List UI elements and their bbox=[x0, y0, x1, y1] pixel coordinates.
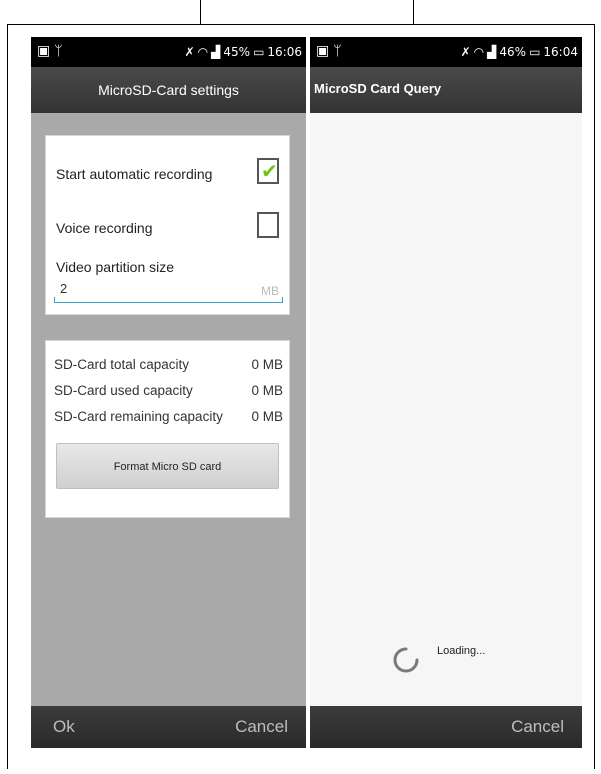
partition-size-input[interactable]: 2 bbox=[60, 281, 67, 296]
notification-icons: ▣ᛘ bbox=[316, 43, 346, 59]
auto-recording-checkbox[interactable]: ✔ bbox=[257, 158, 279, 184]
image-icon: ▣ bbox=[37, 43, 55, 59]
clock: 16:06 bbox=[267, 45, 302, 59]
voice-recording-row[interactable]: Voice recording bbox=[56, 220, 279, 236]
auto-recording-label: Start automatic recording bbox=[56, 166, 213, 182]
frame-left-line bbox=[7, 24, 8, 769]
usb-icon: ᛘ bbox=[333, 43, 346, 59]
page-title: MicroSD Card Query bbox=[314, 81, 442, 96]
capacity-row: SD-Card used capacity 0 MB bbox=[54, 383, 283, 398]
mute-icon: ✗ bbox=[460, 45, 471, 59]
clock: 16:04 bbox=[543, 45, 578, 59]
page-title: MicroSD-Card settings bbox=[98, 82, 239, 98]
battery-percent: 45% bbox=[223, 45, 251, 59]
notification-icons: ▣ᛘ bbox=[37, 43, 67, 59]
title-bar: MicroSD-Card settings bbox=[31, 67, 306, 113]
battery-icon: ▭ bbox=[253, 45, 265, 59]
status-bar: ▣ᛘ ✗ ◠ ▟ 45% ▭ 16:06 bbox=[31, 37, 306, 67]
loading-text: Loading... bbox=[437, 645, 486, 657]
checkmark-icon: ✔ bbox=[261, 159, 278, 183]
action-bar: Ok Cancel bbox=[31, 706, 306, 748]
capacity-card: SD-Card total capacity 0 MB SD-Card used… bbox=[45, 340, 290, 518]
frame-top-line bbox=[7, 24, 595, 25]
status-indicators: ✗ ◠ ▟ 45% ▭ 16:06 bbox=[185, 45, 302, 59]
wifi-icon: ◠ bbox=[197, 45, 209, 59]
mute-icon: ✗ bbox=[184, 45, 195, 59]
partition-size-label: Video partition size bbox=[56, 259, 175, 275]
partition-unit: MB bbox=[261, 284, 279, 298]
signal-icon: ▟ bbox=[211, 45, 221, 59]
status-bar: ▣ᛘ ✗ ◠ ▟ 46% ▭ 16:04 bbox=[310, 37, 582, 67]
frame-right-line bbox=[594, 24, 595, 769]
battery-percent: 46% bbox=[499, 45, 527, 59]
action-bar: Cancel bbox=[310, 706, 582, 748]
capacity-value: 0 MB bbox=[251, 357, 283, 372]
cancel-button[interactable]: Cancel bbox=[511, 717, 564, 737]
capacity-row: SD-Card remaining capacity 0 MB bbox=[54, 409, 283, 424]
capacity-row: SD-Card total capacity 0 MB bbox=[54, 357, 283, 372]
ok-button[interactable]: Ok bbox=[53, 717, 75, 737]
title-bar: MicroSD Card Query bbox=[310, 67, 582, 113]
voice-recording-label: Voice recording bbox=[56, 220, 153, 236]
signal-icon: ▟ bbox=[487, 45, 497, 59]
input-edge-right bbox=[282, 297, 283, 302]
status-indicators: ✗ ◠ ▟ 46% ▭ 16:04 bbox=[461, 45, 578, 59]
auto-recording-row[interactable]: Start automatic recording bbox=[56, 166, 279, 182]
capacity-value: 0 MB bbox=[251, 409, 283, 424]
input-edge-left bbox=[54, 297, 55, 302]
wifi-icon: ◠ bbox=[473, 45, 485, 59]
capacity-label: SD-Card remaining capacity bbox=[54, 409, 223, 424]
battery-icon: ▭ bbox=[529, 45, 541, 59]
usb-icon: ᛘ bbox=[54, 43, 67, 59]
loading-spinner-icon bbox=[393, 647, 419, 673]
frame-divider-left bbox=[200, 0, 201, 24]
recording-settings-card: Start automatic recording ✔ Voice record… bbox=[45, 135, 290, 315]
query-screen: ▣ᛘ ✗ ◠ ▟ 46% ▭ 16:04 MicroSD Card Query … bbox=[310, 37, 582, 748]
cancel-button[interactable]: Cancel bbox=[235, 717, 288, 737]
format-sd-card-button[interactable]: Format Micro SD card bbox=[56, 443, 279, 489]
frame-divider-right bbox=[413, 0, 414, 24]
input-underline bbox=[54, 302, 283, 303]
capacity-label: SD-Card total capacity bbox=[54, 357, 190, 372]
settings-screen: ▣ᛘ ✗ ◠ ▟ 45% ▭ 16:06 MicroSD-Card settin… bbox=[31, 37, 306, 748]
capacity-label: SD-Card used capacity bbox=[54, 383, 193, 398]
capacity-value: 0 MB bbox=[251, 383, 283, 398]
image-icon: ▣ bbox=[316, 43, 334, 59]
voice-recording-checkbox[interactable] bbox=[257, 212, 279, 238]
